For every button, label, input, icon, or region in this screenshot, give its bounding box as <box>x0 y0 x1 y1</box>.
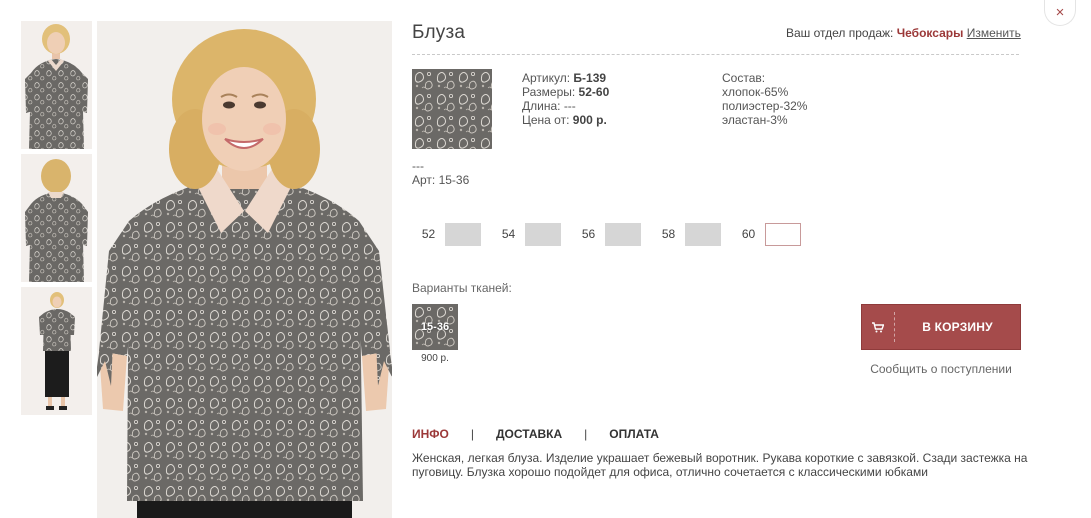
product-specs: Артикул: Б-139 Размеры: 52-60 Длина: ---… <box>522 71 609 127</box>
notify-arrival-link[interactable]: Сообщить о поступлении <box>861 362 1021 376</box>
cart-icon <box>862 321 894 333</box>
size-quantity-box[interactable] <box>685 222 721 246</box>
size-option: 56 <box>572 222 641 246</box>
composition-item: хлопок-65% <box>722 85 789 99</box>
header-divider <box>412 54 1019 55</box>
add-to-cart-button[interactable]: В КОРЗИНУ <box>861 304 1021 350</box>
fabric-swatch-image <box>412 69 492 149</box>
close-icon[interactable]: × <box>1056 4 1065 21</box>
composition-label: Состав: <box>722 71 766 85</box>
size-label: 56 <box>581 227 596 241</box>
composition-item: полиэстер-32% <box>722 99 808 113</box>
thumbnail-full[interactable] <box>21 287 92 415</box>
size-quantity-box[interactable] <box>765 222 801 246</box>
region-change-link[interactable]: Изменить <box>967 26 1021 40</box>
thumbnail-front[interactable] <box>21 21 92 149</box>
price-label: Цена от: <box>522 113 570 127</box>
size-quantity-box[interactable] <box>605 222 641 246</box>
tab-separator: | <box>584 427 588 441</box>
size-option: 52 <box>412 222 481 246</box>
article-label: Артикул: <box>522 71 571 85</box>
sizes-row: Размеры: 52-60 <box>522 85 609 99</box>
add-to-cart-label: В КОРЗИНУ <box>922 320 993 334</box>
product-title: Блуза <box>412 22 466 43</box>
thumbnail-gallery <box>21 21 93 420</box>
tab-payment[interactable]: ОПЛАТА <box>609 427 659 441</box>
fabric-variant-code: 15-36 <box>420 321 450 333</box>
size-quantity-box[interactable] <box>445 222 481 246</box>
size-selector: 52 54 56 58 60 <box>412 222 812 246</box>
size-quantity-box[interactable] <box>525 222 561 246</box>
fabric-variant[interactable]: 15-36 900 р. <box>412 304 458 364</box>
size-label: 54 <box>501 227 516 241</box>
tab-separator: | <box>470 427 474 441</box>
sales-region: Ваш отдел продаж: Чебоксары Изменить <box>786 26 1021 40</box>
price-value: 900 р. <box>572 113 607 127</box>
region-city: Чебоксары <box>896 26 964 40</box>
size-option: 54 <box>492 222 561 246</box>
fabric-variant-price: 900 р. <box>421 353 449 364</box>
region-prefix: Ваш отдел продаж: <box>786 26 894 40</box>
size-option: 60 <box>732 222 801 246</box>
fabric-variants-label: Варианты тканей: <box>412 281 512 295</box>
composition-item: эластан-3% <box>722 113 788 127</box>
size-label: 52 <box>421 227 436 241</box>
length-row: Длина: --- <box>522 99 609 113</box>
price-row: Цена от: 900 р. <box>522 113 609 127</box>
product-description: Женская, легкая блуза. Изделие украшает … <box>412 451 1028 479</box>
main-product-photo[interactable] <box>97 21 392 518</box>
size-option: 58 <box>652 222 721 246</box>
article-row: Артикул: Б-139 <box>522 71 609 85</box>
tab-delivery[interactable]: ДОСТАВКА <box>496 427 562 441</box>
art-info: --- Арт: 15-36 <box>412 159 469 187</box>
thumbnail-back[interactable] <box>21 154 92 282</box>
close-button[interactable]: × <box>1044 0 1076 26</box>
info-tabs: ИНФО | ДОСТАВКА | ОПЛАТА <box>412 427 659 441</box>
length-label: Длина: <box>522 99 561 113</box>
size-label: 58 <box>661 227 676 241</box>
fabric-variant-swatch[interactable]: 15-36 <box>412 304 458 350</box>
sizes-label: Размеры: <box>522 85 576 99</box>
extra-line: --- <box>412 159 424 173</box>
tab-info[interactable]: ИНФО <box>412 427 449 441</box>
sizes-value: 52-60 <box>578 85 610 99</box>
length-value: --- <box>563 99 576 113</box>
art-number: Арт: 15-36 <box>412 173 470 187</box>
article-value: Б-139 <box>573 71 607 85</box>
size-label: 60 <box>741 227 756 241</box>
composition: Состав: хлопок-65% полиэстер-32% эластан… <box>722 71 807 127</box>
